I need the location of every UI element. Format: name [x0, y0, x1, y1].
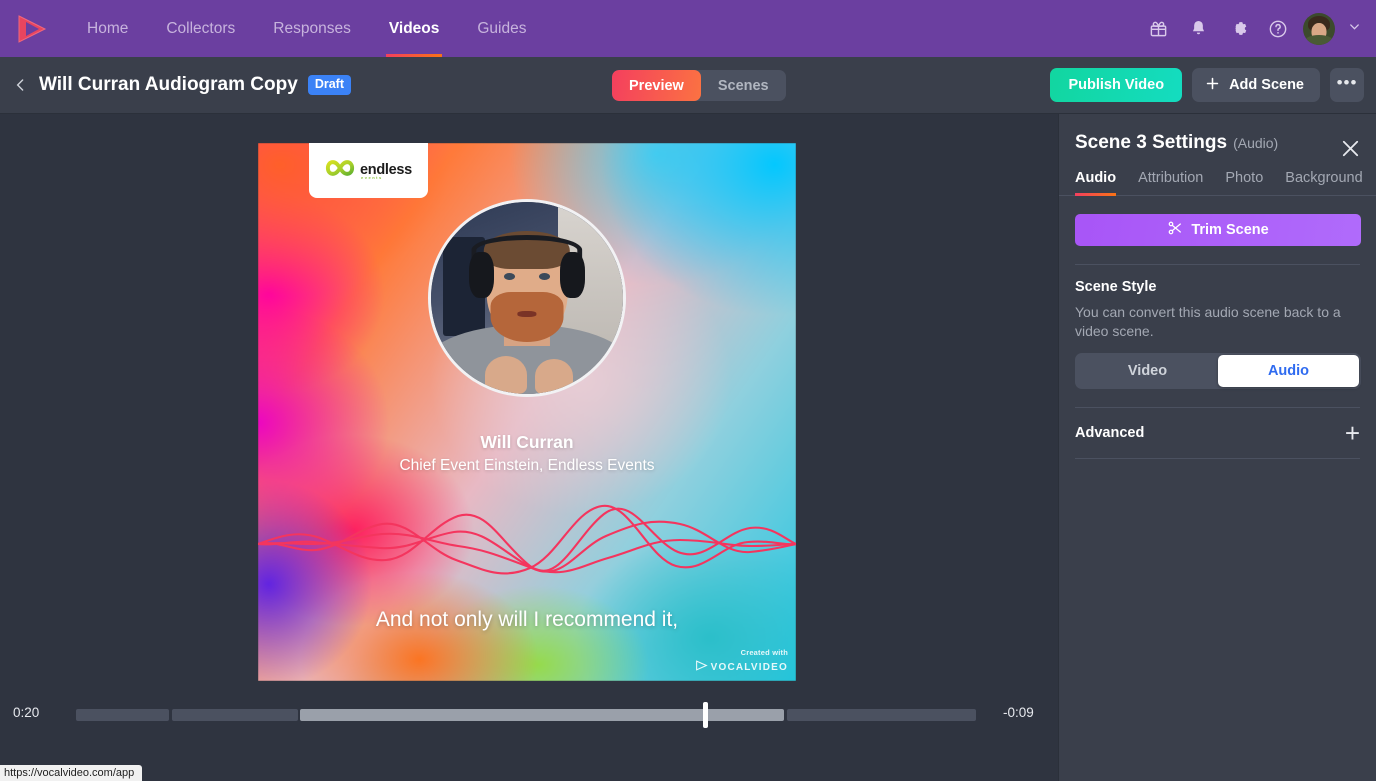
status-badge: Draft	[307, 75, 351, 95]
panel-tabs: Audio Attribution Photo Background	[1059, 170, 1376, 196]
scene-settings-panel: Scene 3 Settings (Audio) Audio Attributi…	[1058, 114, 1376, 781]
panel-header: Scene 3 Settings (Audio)	[1059, 114, 1376, 154]
play-logo-icon[interactable]	[12, 12, 52, 46]
top-navigation-bar: Home Collectors Responses Videos Guides	[0, 0, 1376, 57]
plus-icon	[1204, 75, 1221, 96]
current-time: 0:20	[13, 705, 40, 720]
browser-status-url: https://vocalvideo.com/app	[0, 765, 143, 781]
primary-nav: Home Collectors Responses Videos Guides	[68, 0, 546, 57]
trim-scene-button[interactable]: Trim Scene	[1075, 214, 1361, 246]
nav-label: Collectors	[166, 19, 236, 37]
nav-label: Responses	[273, 19, 351, 37]
brand-logo-card: endless events	[309, 143, 428, 198]
vocalvideo-watermark: Created with VOCALVIDEO	[695, 648, 788, 676]
publish-video-button[interactable]: Publish Video	[1050, 68, 1183, 102]
gear-icon[interactable]	[1223, 14, 1253, 44]
speaker-portrait	[428, 199, 626, 397]
video-caption: And not only will I recommend it,	[375, 608, 679, 631]
avatar[interactable]	[1303, 12, 1335, 45]
nav-label: Guides	[477, 19, 527, 37]
speaker-name: Will Curran	[480, 432, 574, 452]
trim-scene-label: Trim Scene	[1191, 222, 1269, 238]
preview-scenes-toggle: Preview Scenes	[612, 70, 786, 101]
nav-item-collectors[interactable]: Collectors	[147, 0, 254, 57]
nav-item-home[interactable]: Home	[68, 0, 147, 57]
audio-waveform	[258, 504, 796, 575]
timeline-segment-1[interactable]	[76, 709, 169, 721]
playhead-handle[interactable]	[703, 702, 708, 728]
video-stage: endless events Will Curran Chief Event E…	[0, 114, 1058, 698]
timeline-segment-3-active[interactable]	[300, 709, 784, 721]
endless-wordmark: endless events	[360, 163, 412, 181]
video-preview[interactable]: endless events Will Curran Chief Event E…	[258, 143, 796, 681]
nav-item-guides[interactable]: Guides	[458, 0, 545, 57]
gift-icon[interactable]	[1143, 14, 1173, 44]
back-chevron-icon[interactable]	[12, 74, 29, 96]
remaining-time: -0:09	[1003, 705, 1034, 720]
tab-audio[interactable]: Audio	[1075, 170, 1117, 196]
advanced-label: Advanced	[1075, 424, 1145, 441]
watermark-created-with: Created with	[740, 648, 788, 657]
scene-style-toggle: Video Audio	[1075, 352, 1361, 389]
panel-divider	[1075, 264, 1360, 265]
timeline-segment-2[interactable]	[172, 709, 298, 721]
page-title: Will Curran Audiogram Copy	[39, 74, 298, 95]
watermark-brand: VOCALVIDEO	[710, 661, 788, 673]
nav-item-responses[interactable]: Responses	[254, 0, 370, 57]
add-scene-button[interactable]: Add Scene	[1192, 68, 1320, 102]
bell-icon[interactable]	[1183, 14, 1213, 44]
timeline-segment-4[interactable]	[787, 709, 976, 721]
more-options-button[interactable]: •••	[1330, 68, 1364, 102]
timeline-scrubber[interactable]	[76, 709, 976, 721]
logo-subtext: events	[361, 175, 383, 181]
chevron-down-icon[interactable]	[1345, 19, 1364, 39]
header-actions: Publish Video Add Scene •••	[1050, 68, 1376, 102]
nav-label: Videos	[388, 19, 440, 37]
scene-style-audio-option[interactable]: Audio	[1218, 354, 1359, 387]
scissors-icon	[1167, 220, 1183, 240]
advanced-section-toggle[interactable]: Advanced +	[1075, 408, 1360, 458]
scene-style-title: Scene Style	[1075, 279, 1157, 295]
nav-label: Home	[87, 19, 129, 37]
endless-infinity-icon	[325, 157, 355, 184]
help-circle-icon[interactable]	[1263, 14, 1293, 44]
tab-scenes[interactable]: Scenes	[701, 70, 786, 101]
panel-title: Scene 3 Settings	[1075, 132, 1228, 153]
speaker-role: Chief Event Einstein, Endless Events	[399, 457, 655, 474]
app-root: Home Collectors Responses Videos Guides	[0, 0, 1376, 781]
tab-photo[interactable]: Photo	[1225, 170, 1263, 195]
nav-item-videos[interactable]: Videos	[370, 0, 459, 57]
panel-divider-3	[1075, 457, 1360, 459]
close-icon[interactable]	[1336, 134, 1364, 162]
scene-style-video-option[interactable]: Video	[1077, 355, 1218, 387]
scene-style-description: You can convert this audio scene back to…	[1075, 304, 1341, 339]
add-scene-label: Add Scene	[1229, 77, 1304, 93]
panel-subtitle: (Audio)	[1233, 135, 1279, 151]
tab-attribution[interactable]: Attribution	[1138, 170, 1203, 195]
top-nav-actions	[1143, 12, 1376, 45]
tab-background[interactable]: Background	[1285, 170, 1362, 195]
tab-preview[interactable]: Preview	[612, 70, 701, 101]
plus-icon: +	[1344, 417, 1360, 448]
vocalvideo-play-icon	[695, 658, 708, 676]
